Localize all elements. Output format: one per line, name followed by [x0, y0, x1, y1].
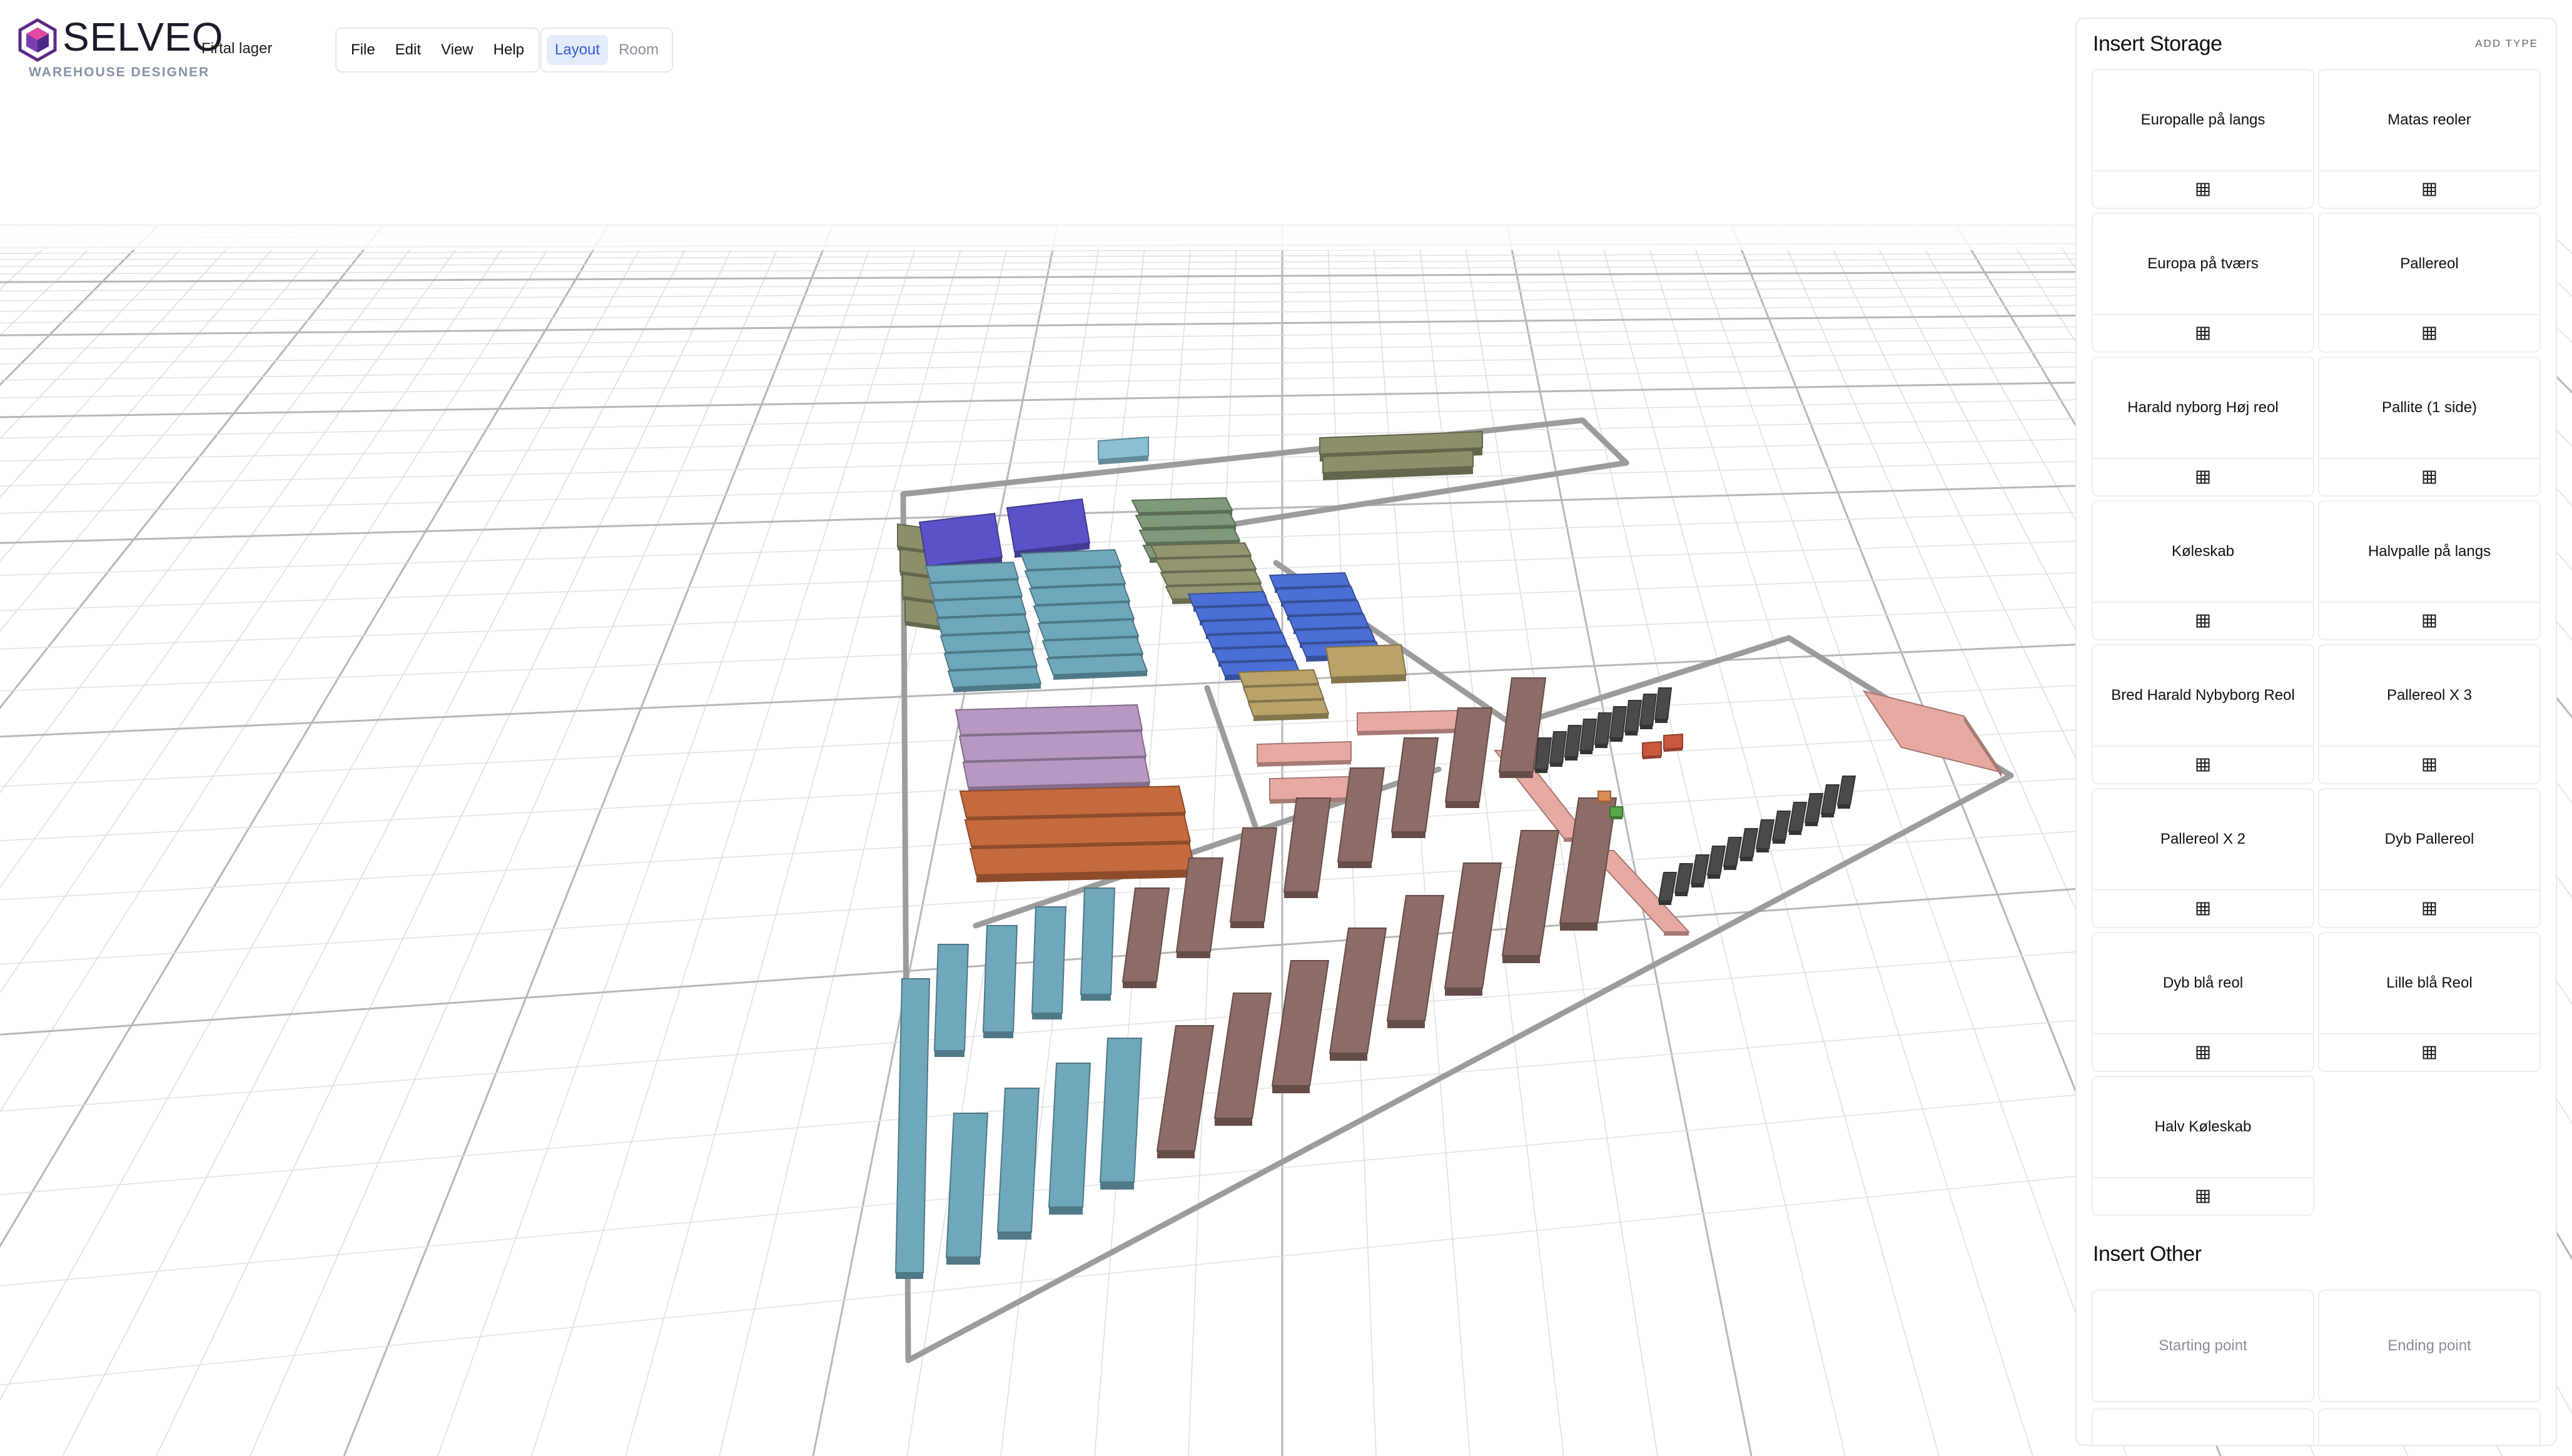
storage-type-card[interactable]: Pallereol X 2	[2092, 788, 2314, 928]
storage-rack	[969, 842, 1197, 882]
storage-type-grid: Europalle på langs Matas reoler Europa på …	[2092, 69, 2541, 1216]
grid-icon[interactable]	[2093, 602, 2313, 639]
other-item-label: Ending point	[2387, 1337, 2471, 1354]
storage-type-card[interactable]: Bred Harald Nybyborg Reol	[2092, 644, 2314, 784]
other-item-card[interactable]: Ending point	[2318, 1290, 2541, 1402]
storage-type-label: Bred Harald Nybyborg Reol	[2111, 687, 2295, 704]
storage-rack	[1642, 741, 1662, 759]
insert-storage-header: Insert Storage ADD TYPE	[2093, 25, 2538, 63]
storage-type-label: Dyb blå reol	[2162, 974, 2244, 991]
storage-type-card[interactable]: Europalle på langs	[2092, 69, 2314, 209]
storage-type-label: Matas reoler	[2387, 111, 2471, 128]
storage-rack	[1031, 906, 1067, 1019]
menu-help[interactable]: Help	[485, 35, 532, 65]
grid-icon[interactable]	[2319, 746, 2539, 783]
storage-rack	[1099, 1038, 1143, 1190]
grid-icon[interactable]	[2093, 746, 2313, 783]
storage-rack	[1080, 887, 1116, 1001]
storage-type-label: Pallereol	[2400, 255, 2459, 272]
insert-storage-title: Insert Storage	[2093, 31, 2222, 56]
brand-name: SELVEO	[63, 14, 224, 59]
tab-room[interactable]: Room	[610, 35, 667, 65]
storage-rack	[947, 666, 1042, 692]
grid-icon[interactable]	[2093, 170, 2313, 208]
storage-rack	[996, 1088, 1040, 1240]
storage-type-card[interactable]: Pallite (1 side)	[2318, 356, 2541, 497]
storage-type-label: Halvpalle på langs	[2367, 543, 2491, 560]
grid-icon[interactable]	[2319, 170, 2539, 208]
storage-type-label: Pallereol X 3	[2386, 687, 2473, 704]
grid-icon[interactable]	[2319, 602, 2539, 639]
storage-rack	[1663, 733, 1683, 752]
storage-rack	[1597, 791, 1611, 804]
document-title[interactable]: Firtal lager	[201, 40, 272, 58]
selveo-logo-icon	[18, 18, 57, 62]
storage-type-label: Halv Køleskab	[2154, 1118, 2252, 1135]
other-item-card[interactable]	[2318, 1408, 2541, 1445]
storage-rack	[1247, 699, 1330, 721]
grid-icon[interactable]	[2093, 458, 2313, 495]
storage-rack	[1257, 741, 1352, 767]
grid-icon[interactable]	[2319, 1033, 2539, 1071]
storage-rack	[1357, 709, 1458, 736]
insert-panel: Insert Storage ADD TYPE Europalle på lan…	[2075, 18, 2557, 1446]
grid-icon[interactable]	[2319, 458, 2539, 495]
storage-rack	[1006, 498, 1091, 558]
menu-edit[interactable]: Edit	[387, 35, 429, 65]
storage-rack	[933, 944, 970, 1057]
storage-type-card[interactable]: Dyb Pallereol	[2318, 788, 2541, 928]
storage-type-card[interactable]: Køleskab	[2092, 500, 2314, 640]
storage-type-card[interactable]: Dyb blå reol	[2092, 932, 2314, 1072]
other-item-label: Starting point	[2159, 1337, 2247, 1354]
other-item-card[interactable]: Wall	[2092, 1408, 2314, 1445]
storage-type-label: Dyb Pallereol	[2384, 831, 2474, 847]
storage-rack	[1048, 1063, 1091, 1215]
insert-other-title: Insert Other	[2093, 1242, 2202, 1266]
menu-file[interactable]: File	[343, 35, 383, 65]
grid-icon[interactable]	[2093, 1033, 2313, 1071]
storage-rack	[1609, 806, 1623, 819]
grid-icon[interactable]	[2093, 889, 2313, 927]
storage-type-label: Køleskab	[2171, 543, 2235, 560]
storage-type-card[interactable]: Europa på tværs	[2092, 213, 2314, 353]
other-item-card[interactable]: Starting point	[2092, 1290, 2314, 1402]
storage-type-label: Harald nyborg Høj reol	[2127, 399, 2279, 416]
storage-type-card[interactable]: Halvpalle på langs	[2318, 500, 2541, 640]
add-type-button[interactable]: ADD TYPE	[2475, 38, 2538, 50]
grid-icon[interactable]	[2319, 314, 2539, 351]
storage-type-label: Pallite (1 side)	[2381, 399, 2478, 416]
storage-type-card[interactable]: Lille blå Reol	[2318, 932, 2541, 1072]
storage-type-card[interactable]: Pallereol X 3	[2318, 644, 2541, 784]
grid-icon[interactable]	[2093, 1177, 2313, 1215]
storage-type-label: Pallereol X 2	[2160, 831, 2246, 847]
app-header: SELVEO WAREHOUSE DESIGNER Firtal lager F…	[0, 0, 2064, 100]
storage-type-card[interactable]: Pallereol	[2318, 213, 2541, 353]
storage-type-label: Europalle på langs	[2140, 111, 2266, 128]
storage-type-card[interactable]: Harald nyborg Høj reol	[2092, 356, 2314, 497]
storage-rack	[1046, 654, 1148, 680]
storage-rack	[1098, 436, 1149, 465]
brand-subtitle: WAREHOUSE DESIGNER	[29, 65, 210, 79]
storage-type-card[interactable]: Halv Køleskab	[2092, 1076, 2314, 1216]
tab-layout[interactable]: Layout	[547, 35, 609, 65]
storage-type-card[interactable]: Matas reoler	[2318, 69, 2541, 209]
storage-rack	[945, 1113, 989, 1265]
other-item-grid: Starting point Ending point Wall	[2092, 1290, 2541, 1445]
menu-bar: File Edit View Help	[335, 28, 540, 73]
menu-view[interactable]: View	[433, 35, 482, 65]
storage-type-label: Europa på tværs	[2147, 255, 2259, 272]
storage-rack	[1325, 644, 1407, 684]
storage-rack	[982, 925, 1018, 1038]
mode-switch: Layout Room	[540, 28, 674, 73]
storage-type-label: Lille blå Reol	[2386, 974, 2473, 991]
grid-icon[interactable]	[2319, 889, 2539, 927]
grid-icon[interactable]	[2093, 314, 2313, 351]
storage-rack	[894, 978, 931, 1279]
